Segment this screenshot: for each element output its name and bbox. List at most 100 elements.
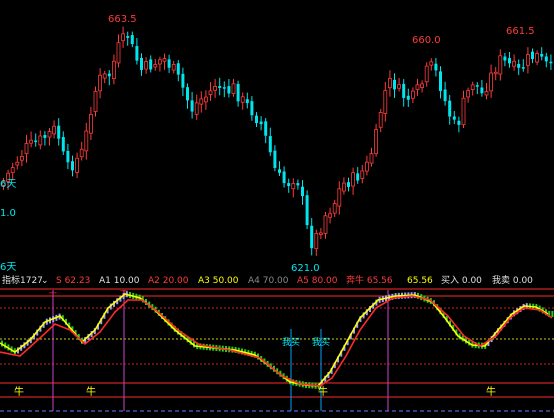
candle-body [489, 72, 494, 92]
candle-body [34, 140, 38, 143]
candle-body [397, 84, 402, 89]
candle-body [470, 84, 475, 90]
candle-body [493, 71, 498, 75]
buy-label-2: 我买 [312, 337, 330, 348]
candle-body [208, 90, 213, 95]
candle-body [323, 215, 328, 234]
candle-body [102, 73, 107, 79]
value-a3: A3 50.00 [198, 276, 239, 286]
candle-body [406, 95, 410, 100]
value-bull: 奔牛 65.56 [346, 276, 393, 286]
candle-body [360, 170, 365, 179]
candle-body [24, 143, 29, 155]
candle-body [341, 182, 346, 192]
candle-body [15, 161, 20, 166]
value-a1: A1 10.00 [99, 276, 140, 286]
candle-body [43, 135, 47, 138]
candle-body [402, 83, 406, 98]
candle-body [287, 183, 291, 187]
candle-body [364, 161, 369, 172]
candle-body [526, 54, 530, 66]
top-mark-2: 一 [120, 287, 128, 296]
candle-body [79, 148, 84, 158]
candle-body [521, 67, 525, 69]
indicator-info-bar: 指标1727 ⌄ S 62.23 A1 10.00 A2 20.00 A3 50… [0, 274, 554, 288]
candle-body [149, 59, 153, 70]
candle-body [167, 59, 171, 68]
candle-body [512, 60, 516, 67]
candle-body [236, 83, 240, 102]
bull-label-1: 牛 [14, 385, 24, 398]
candle-body [461, 97, 466, 126]
candle-body [171, 64, 176, 71]
candle-body [337, 188, 342, 207]
candle-body [10, 167, 15, 174]
candle-body [107, 73, 111, 77]
indicator-bar [551, 311, 554, 317]
bull-label-4: 牛 [486, 385, 496, 398]
price-high-label-right: 661.5 [506, 26, 535, 37]
candle-body [71, 161, 74, 171]
candle-body [332, 203, 337, 214]
candle-body [410, 90, 415, 99]
candle-body [245, 99, 249, 104]
candle-body [135, 46, 139, 61]
candle-body [508, 58, 511, 64]
candle-body [218, 86, 222, 88]
candle-body [250, 101, 254, 116]
candle-body [443, 89, 447, 102]
candlestick-series [1, 26, 553, 256]
candle-body [61, 137, 65, 152]
candle-body [89, 113, 93, 134]
bull-label-3: 牛 [318, 385, 328, 398]
candle-body [75, 157, 79, 173]
candle-body [130, 35, 134, 45]
candle-body [378, 112, 383, 128]
candle-body [549, 61, 553, 64]
price-low-label: 621.0 [291, 263, 320, 274]
candle-body [52, 125, 56, 135]
candle-body [351, 172, 356, 187]
chart-canvas[interactable]: 663.5 660.0 661.5 621.0 6天 1.0 6天 一 一 我买… [0, 0, 554, 418]
candle-body [268, 136, 272, 153]
indicator-name[interactable]: 指标1727 [2, 274, 43, 288]
candle-body [282, 171, 286, 184]
candle-body [475, 85, 479, 87]
candle-body [484, 91, 489, 96]
candle-body [66, 150, 70, 163]
value-a5: A5 80.00 [297, 276, 338, 286]
candle-body [314, 232, 319, 250]
candle-body [347, 182, 350, 187]
buy-label-1: 我买 [282, 337, 300, 348]
candle-body [273, 150, 277, 168]
candle-body [540, 53, 544, 57]
candle-body [535, 53, 539, 63]
value-sell: 我卖 0.00 [492, 276, 533, 286]
candle-body [457, 120, 461, 125]
candle-body [126, 36, 130, 38]
candle-body [387, 77, 392, 89]
candle-body [452, 116, 456, 120]
candle-body [57, 125, 61, 139]
candle-body [439, 71, 442, 91]
candle-body [305, 195, 309, 226]
candle-body [498, 55, 503, 75]
left-axis-label-1: 6天 [0, 179, 16, 190]
candle-body [420, 83, 425, 88]
candle-body [47, 131, 52, 138]
candle-body [157, 59, 162, 65]
candle-body [466, 90, 471, 98]
candle-body [116, 42, 121, 64]
candle-body [415, 84, 420, 91]
candle-body [38, 135, 43, 146]
candle-body [203, 96, 208, 103]
candle-body [29, 139, 34, 144]
candle-body [318, 232, 323, 235]
candle-body [296, 183, 300, 186]
candle-body [301, 186, 304, 197]
candle-body [531, 51, 534, 60]
candle-body [98, 74, 102, 92]
indicator-dropdown-icon[interactable]: ⌄ [41, 274, 49, 288]
candle-body [186, 87, 189, 101]
candle-body [448, 100, 452, 117]
